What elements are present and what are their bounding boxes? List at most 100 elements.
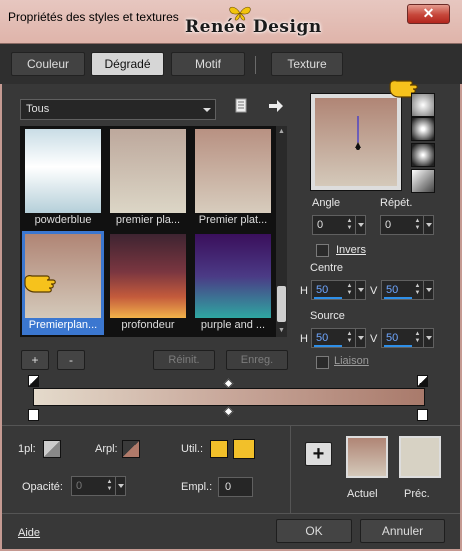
center-v-input[interactable]: 50 ▲ ▼ xyxy=(381,280,434,300)
opacity-label: Opacité: xyxy=(22,481,63,493)
add-to-swatches-button[interactable]: + xyxy=(305,442,332,466)
end-color-marker[interactable] xyxy=(417,409,428,421)
dropdown-icon[interactable] xyxy=(355,216,365,234)
gradient-label: premier pla... xyxy=(115,214,181,226)
start-color-marker[interactable] xyxy=(28,409,39,421)
foreground-tile[interactable] xyxy=(43,440,61,458)
remove-gradient-button[interactable]: - xyxy=(57,350,85,370)
gradient-editor-bar[interactable] xyxy=(33,388,425,406)
opacity-value: 0 xyxy=(76,480,83,492)
spin-arrows-icon[interactable]: ▲ ▼ xyxy=(413,331,422,345)
window-title: Propriétés des styles et textures xyxy=(8,10,179,24)
gradient-label: Premier plat... xyxy=(198,214,268,226)
gradient-item[interactable]: premier pla... xyxy=(107,126,189,230)
current-swatch[interactable] xyxy=(346,436,388,478)
save-button[interactable]: Enreg. xyxy=(226,350,288,370)
gradient-swatch xyxy=(110,234,186,318)
cancel-button[interactable]: Annuler xyxy=(360,519,445,543)
repeat-input[interactable]: 0 ▲ ▼ xyxy=(380,215,434,235)
source-v-input[interactable]: 50 ▲ ▼ xyxy=(381,328,434,348)
spin-arrows-icon[interactable]: ▲ ▼ xyxy=(345,331,354,345)
background-tile[interactable] xyxy=(122,440,140,458)
spin-arrows-icon[interactable]: ▲ ▼ xyxy=(105,479,114,493)
previous-label: Préc. xyxy=(404,488,430,500)
source-label: Source xyxy=(310,310,345,322)
gradient-swatch xyxy=(110,129,186,213)
reset-button[interactable]: Réinit. xyxy=(153,350,215,370)
source-v-value: 50 xyxy=(386,332,399,344)
gradient-item[interactable]: Premier plat... xyxy=(192,126,274,230)
dropdown-icon[interactable] xyxy=(423,281,433,299)
gradient-item[interactable]: powderblue xyxy=(22,126,104,230)
title-bar: Propriétés des styles et textures Renée … xyxy=(0,0,462,44)
scroll-up-icon[interactable]: ▲ xyxy=(277,127,286,136)
center-v-label: V xyxy=(370,285,378,297)
linear-style-button[interactable] xyxy=(411,93,435,117)
category-select[interactable]: Tous xyxy=(20,99,216,120)
ok-button[interactable]: OK xyxy=(276,519,352,543)
tab-separator xyxy=(255,56,256,74)
arrow-right-icon[interactable] xyxy=(268,99,284,113)
start-top-marker[interactable] xyxy=(28,375,39,387)
source-h-input[interactable]: 50 ▲ ▼ xyxy=(311,328,366,348)
tab-motif[interactable]: Motif xyxy=(171,52,245,76)
angle-handle-icon[interactable] xyxy=(353,116,363,156)
spin-arrows-icon[interactable]: ▲ ▼ xyxy=(345,218,354,232)
scroll-thumb[interactable] xyxy=(277,286,286,322)
spin-arrows-icon[interactable]: ▲ ▼ xyxy=(413,218,422,232)
add-gradient-button[interactable]: + xyxy=(21,350,49,370)
user-label: Util.: xyxy=(181,443,203,455)
chevron-down-icon xyxy=(203,108,211,112)
dropdown-icon[interactable] xyxy=(355,281,365,299)
link-checkbox[interactable] xyxy=(316,356,329,369)
spin-arrows-icon[interactable]: ▲ ▼ xyxy=(345,283,354,297)
close-button[interactable]: ✕ xyxy=(407,4,450,24)
gradient-label: powderblue xyxy=(34,214,92,226)
vertical-divider xyxy=(290,425,291,513)
tab-couleur[interactable]: Couleur xyxy=(11,52,85,76)
gradient-label: purple and ... xyxy=(200,319,266,331)
center-h-input[interactable]: 50 ▲ ▼ xyxy=(311,280,366,300)
angle-input[interactable]: 0 ▲ ▼ xyxy=(312,215,366,235)
invert-label[interactable]: Invers xyxy=(336,244,366,256)
radial-style-button[interactable] xyxy=(411,169,435,193)
sunburst-style-button[interactable] xyxy=(411,143,435,167)
gradient-item[interactable]: profondeur xyxy=(107,231,189,335)
gradient-swatch xyxy=(195,129,271,213)
opacity-input[interactable]: 0 ▲ ▼ xyxy=(71,476,126,496)
scroll-down-icon[interactable]: ▼ xyxy=(277,326,286,335)
tab-degrade[interactable]: Dégradé xyxy=(91,52,164,76)
angle-label: Angle xyxy=(312,197,341,209)
repeat-label: Répét. xyxy=(380,197,413,209)
dropdown-icon[interactable] xyxy=(355,329,365,347)
user-color-swatch[interactable] xyxy=(233,439,255,459)
source-v-label: V xyxy=(370,333,378,345)
spin-arrows-icon[interactable]: ▲ ▼ xyxy=(413,283,422,297)
fg-label: 1pl: xyxy=(18,443,36,455)
source-h-value: 50 xyxy=(316,332,329,344)
location-label: Empl.: xyxy=(181,481,213,493)
location-input[interactable]: 0 xyxy=(218,477,253,497)
gradient-preview[interactable] xyxy=(310,93,402,191)
gradient-preview-fill xyxy=(315,98,397,186)
gradient-list-scrollbar[interactable]: ▲ ▼ xyxy=(276,126,287,337)
center-v-value: 50 xyxy=(386,284,399,296)
link-label[interactable]: Liaison xyxy=(334,355,369,367)
tab-texture[interactable]: Texture xyxy=(271,52,343,76)
dropdown-icon[interactable] xyxy=(423,329,433,347)
previous-swatch[interactable] xyxy=(399,436,441,478)
dropdown-icon[interactable] xyxy=(423,216,433,234)
gradient-label: Premierplan... xyxy=(28,319,98,331)
rectangular-style-button[interactable] xyxy=(411,117,435,141)
end-top-marker[interactable] xyxy=(417,375,428,387)
help-link[interactable]: Aide xyxy=(18,527,40,539)
center-h-label: H xyxy=(300,285,308,297)
dropdown-icon[interactable] xyxy=(115,477,125,495)
gradient-item[interactable]: purple and ... xyxy=(192,231,274,335)
invert-checkbox[interactable] xyxy=(316,244,329,257)
resource-manager-icon[interactable] xyxy=(234,98,248,114)
brand-watermark: Renée Design xyxy=(185,17,322,37)
user-color-tile[interactable] xyxy=(210,440,228,458)
angle-value: 0 xyxy=(317,219,324,231)
current-label: Actuel xyxy=(347,488,378,500)
